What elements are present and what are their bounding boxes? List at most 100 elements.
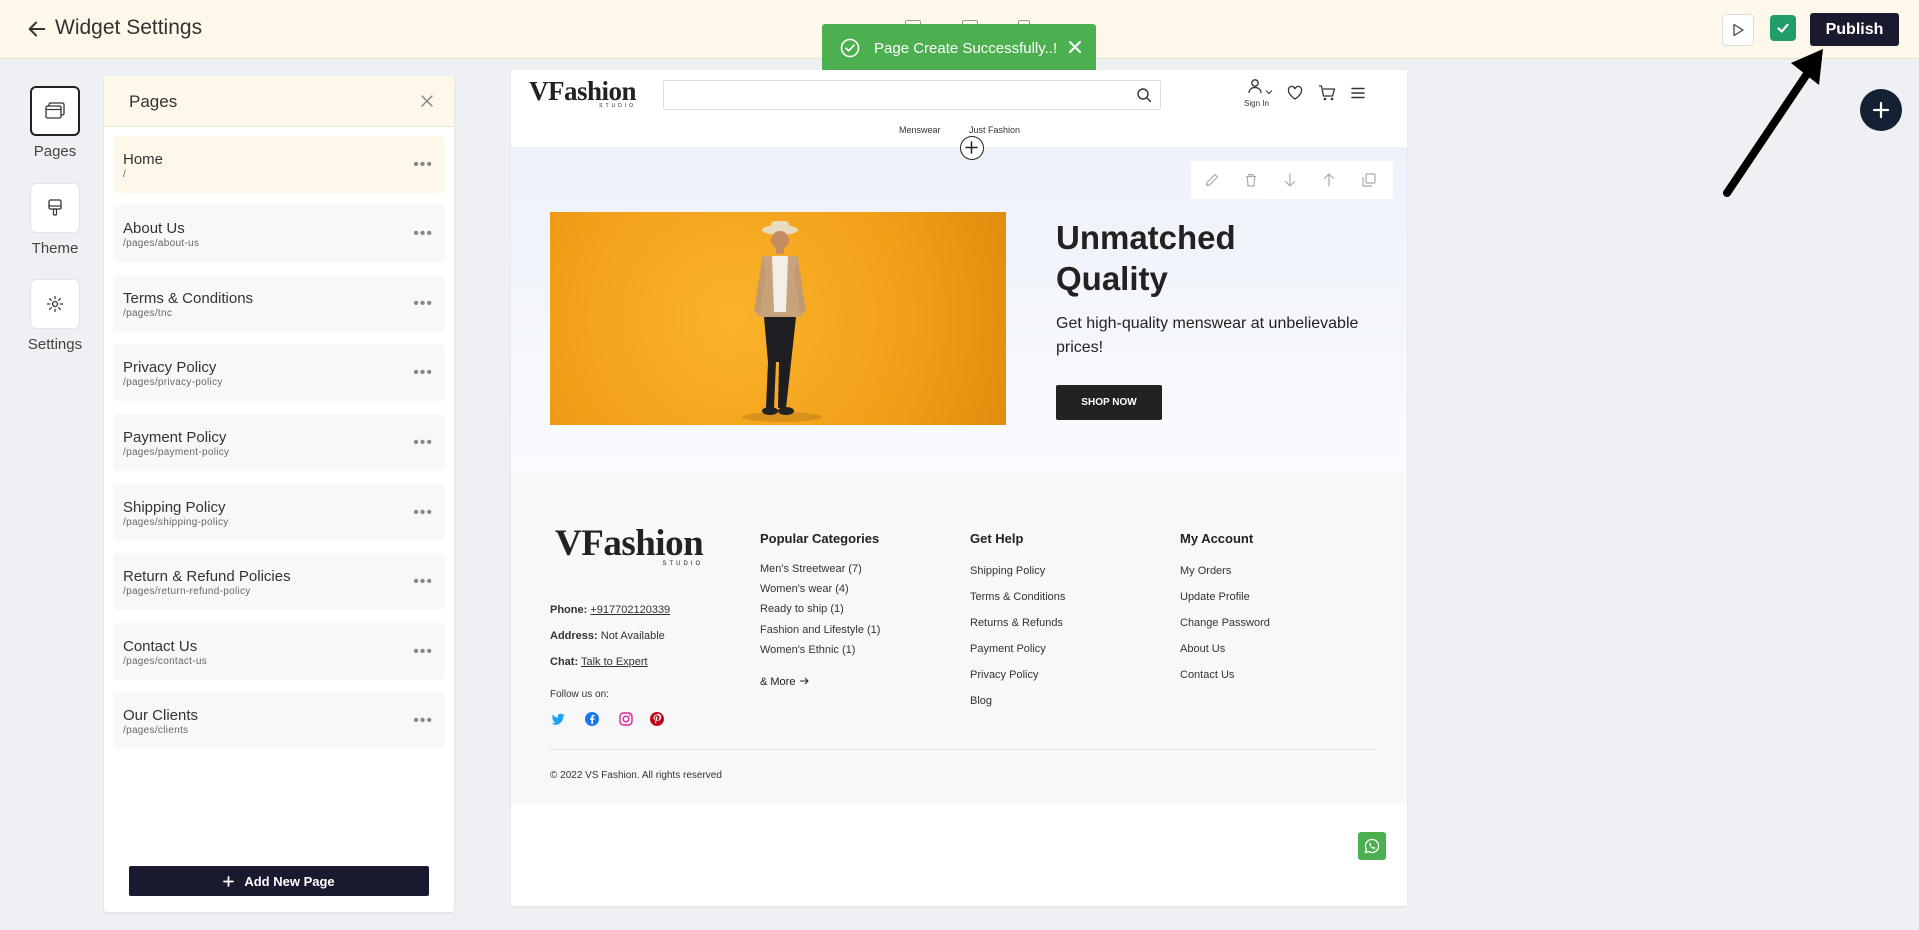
edit-icon[interactable] [1204,172,1220,188]
footer-link[interactable]: Change Password [1180,617,1270,629]
footer-link[interactable]: Blog [970,695,992,707]
preview-button[interactable] [1722,14,1754,46]
arrow-down-icon[interactable] [1282,172,1298,188]
more-options-icon[interactable]: ••• [413,156,433,174]
cart-icon[interactable] [1318,84,1336,102]
menu-icon[interactable] [1350,85,1366,101]
add-new-page-button[interactable]: Add New Page [129,866,429,896]
rail-item-pages[interactable]: Pages [30,86,80,160]
pinterest-icon[interactable] [649,711,665,727]
heart-icon[interactable] [1287,85,1303,101]
sign-in-label[interactable]: Sign In [1244,99,1269,108]
close-icon[interactable] [1066,38,1084,56]
chat-link[interactable]: Talk to Expert [581,656,648,668]
chat-label: Chat: [550,656,579,668]
page-name: Home [123,151,164,168]
page-item-shipping-policy[interactable]: Shipping Policy /pages/shipping-policy •… [113,484,445,541]
page-item-contact-us[interactable]: Contact Us /pages/contact-us ••• [113,623,445,680]
whatsapp-button[interactable] [1358,832,1386,860]
page-item-terms[interactable]: Terms & Conditions /pages/tnc ••• [113,275,445,332]
nav-link-just-fashion[interactable]: Just Fashion [969,125,1020,135]
save-button[interactable] [1770,15,1796,41]
footer-link[interactable]: Shipping Policy [970,565,1045,577]
instagram-icon[interactable] [618,711,634,727]
nav-link-menswear[interactable]: Menswear [899,125,941,135]
more-options-icon[interactable]: ••• [413,504,433,522]
rail-theme-box [30,183,80,233]
logo-text: VFashion [529,76,637,106]
footer-more-link[interactable]: & More [760,676,809,688]
footer-link[interactable]: Terms & Conditions [970,591,1065,603]
address-label: Address: [550,630,598,642]
more-options-icon[interactable]: ••• [413,434,433,452]
add-section-button[interactable] [960,136,984,160]
site-search-input[interactable] [663,80,1161,110]
back-arrow-icon[interactable] [26,18,48,40]
more-options-icon[interactable]: ••• [413,295,433,313]
page-path: /pages/contact-us [123,656,208,667]
page-item-payment-policy[interactable]: Payment Policy /pages/payment-policy ••• [113,414,445,471]
page-path: /pages/shipping-policy [123,517,229,528]
address-value: Not Available [600,630,665,642]
page-item-return-refund[interactable]: Return & Refund Policies /pages/return-r… [113,553,445,610]
page-item-about-us[interactable]: About Us /pages/about-us ••• [113,205,445,262]
add-new-page-label: Add New Page [244,873,335,889]
more-options-icon[interactable]: ••• [413,643,433,661]
footer-link[interactable]: My Orders [1180,565,1231,577]
more-options-icon[interactable]: ••• [413,225,433,243]
pages-panel-title: Pages [129,92,178,111]
more-options-icon[interactable]: ••• [413,364,433,382]
user-icon[interactable] [1247,78,1263,94]
shop-now-button[interactable]: SHOP NOW [1056,385,1162,420]
site-footer: VFashion STUDIO Phone: +917702120339 Add… [511,471,1407,803]
page-item-privacy-policy[interactable]: Privacy Policy /pages/privacy-policy ••• [113,344,445,401]
gear-icon [46,295,64,313]
footer-phone: Phone: +917702120339 [550,604,670,616]
footer-link[interactable]: Women's Ethnic (1) [760,644,855,656]
close-icon[interactable] [420,94,434,108]
rail-pages-box [30,86,80,136]
footer-col-title: Get Help [970,531,1024,546]
rail-item-theme[interactable]: Theme [30,183,80,257]
footer-link[interactable]: Men's Streetwear (7) [760,563,862,575]
arrow-up-icon[interactable] [1321,172,1337,188]
rail-item-settings[interactable]: Settings [28,279,82,353]
duplicate-icon[interactable] [1361,172,1377,188]
footer-link[interactable]: Fashion and Lifestyle (1) [760,624,880,636]
page-name: Return & Refund Policies [123,568,291,585]
annotation-arrow-icon [1723,49,1823,197]
footer-link[interactable]: Privacy Policy [970,669,1038,681]
more-options-icon[interactable]: ••• [413,712,433,730]
page-item-our-clients[interactable]: Our Clients /pages/clients ••• [113,692,445,749]
trash-icon[interactable] [1243,172,1259,188]
section-toolbar [1191,161,1393,199]
success-toast: Page Create Successfully..! [822,24,1096,72]
theme-icon [48,199,62,216]
phone-link[interactable]: +917702120339 [590,604,670,616]
page-preview: VFashion STUDIO Sign In Menswear Just Fa… [511,70,1407,906]
search-icon[interactable] [1136,87,1152,103]
footer-link[interactable]: Returns & Refunds [970,617,1063,629]
footer-link[interactable]: Payment Policy [970,643,1046,655]
page-name: Contact Us [123,638,198,655]
footer-link[interactable]: Update Profile [1180,591,1250,603]
page-item-home[interactable]: Home / ••• [113,136,445,193]
hero-subtitle: Get high-quality menswear at unbelievabl… [1056,315,1359,356]
site-logo[interactable]: VFashion STUDIO [529,76,637,109]
more-label: & More [760,676,796,688]
page-title: Widget Settings [55,16,203,39]
footer-link[interactable]: Ready to ship (1) [760,603,844,615]
publish-button[interactable]: Publish [1810,13,1899,46]
footer-link[interactable]: Contact Us [1180,669,1234,681]
twitter-icon[interactable] [550,711,566,727]
pages-panel-header: Pages [104,76,454,127]
footer-link[interactable]: Women's wear (4) [760,583,849,595]
page-name: About Us [123,220,185,237]
add-widget-button[interactable] [1860,89,1902,131]
logo-text: VFashion [555,523,704,564]
footer-link[interactable]: About Us [1180,643,1225,655]
more-options-icon[interactable]: ••• [413,573,433,591]
facebook-icon[interactable] [584,711,600,727]
chevron-down-icon[interactable] [1265,88,1273,96]
follow-label: Follow us on: [550,689,609,700]
